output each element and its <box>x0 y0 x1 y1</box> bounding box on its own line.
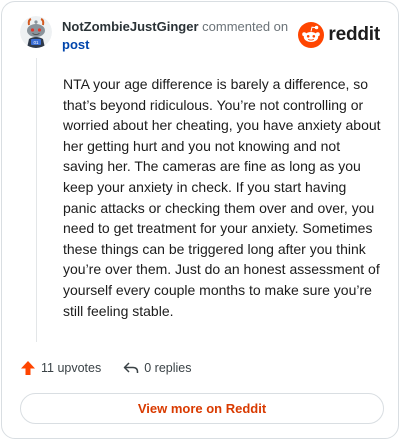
upvote-action[interactable]: 11 upvotes <box>20 360 101 376</box>
embedded-comment-card: 01 NotZombieJustGinger commented on post <box>1 1 399 439</box>
reply-action[interactable]: 0 replies <box>123 360 191 376</box>
comment-body: NTA your age difference is barely a diff… <box>63 76 381 319</box>
comment-header: NotZombieJustGinger commented on post <box>62 18 302 54</box>
reddit-brand[interactable]: reddit <box>298 22 380 48</box>
snoo-avatar-icon: 01 <box>20 16 52 48</box>
reddit-wordmark: reddit <box>328 24 380 45</box>
avatar[interactable]: 01 <box>20 16 52 48</box>
post-link[interactable]: post <box>62 36 302 54</box>
view-more-button[interactable]: View more on Reddit <box>20 393 384 424</box>
reddit-snoo-icon <box>298 22 325 48</box>
reply-count: 0 replies <box>144 361 192 375</box>
upvote-arrow-icon[interactable] <box>20 360 36 376</box>
reply-arrow-icon[interactable] <box>123 360 139 376</box>
comment-actions: 11 upvotes 0 replies <box>20 360 191 376</box>
svg-text:01: 01 <box>33 40 39 45</box>
thread-line <box>36 58 37 342</box>
upvote-count: 11 upvotes <box>41 361 102 375</box>
action-text: commented on <box>202 19 289 34</box>
author-name[interactable]: NotZombieJustGinger <box>62 19 199 34</box>
